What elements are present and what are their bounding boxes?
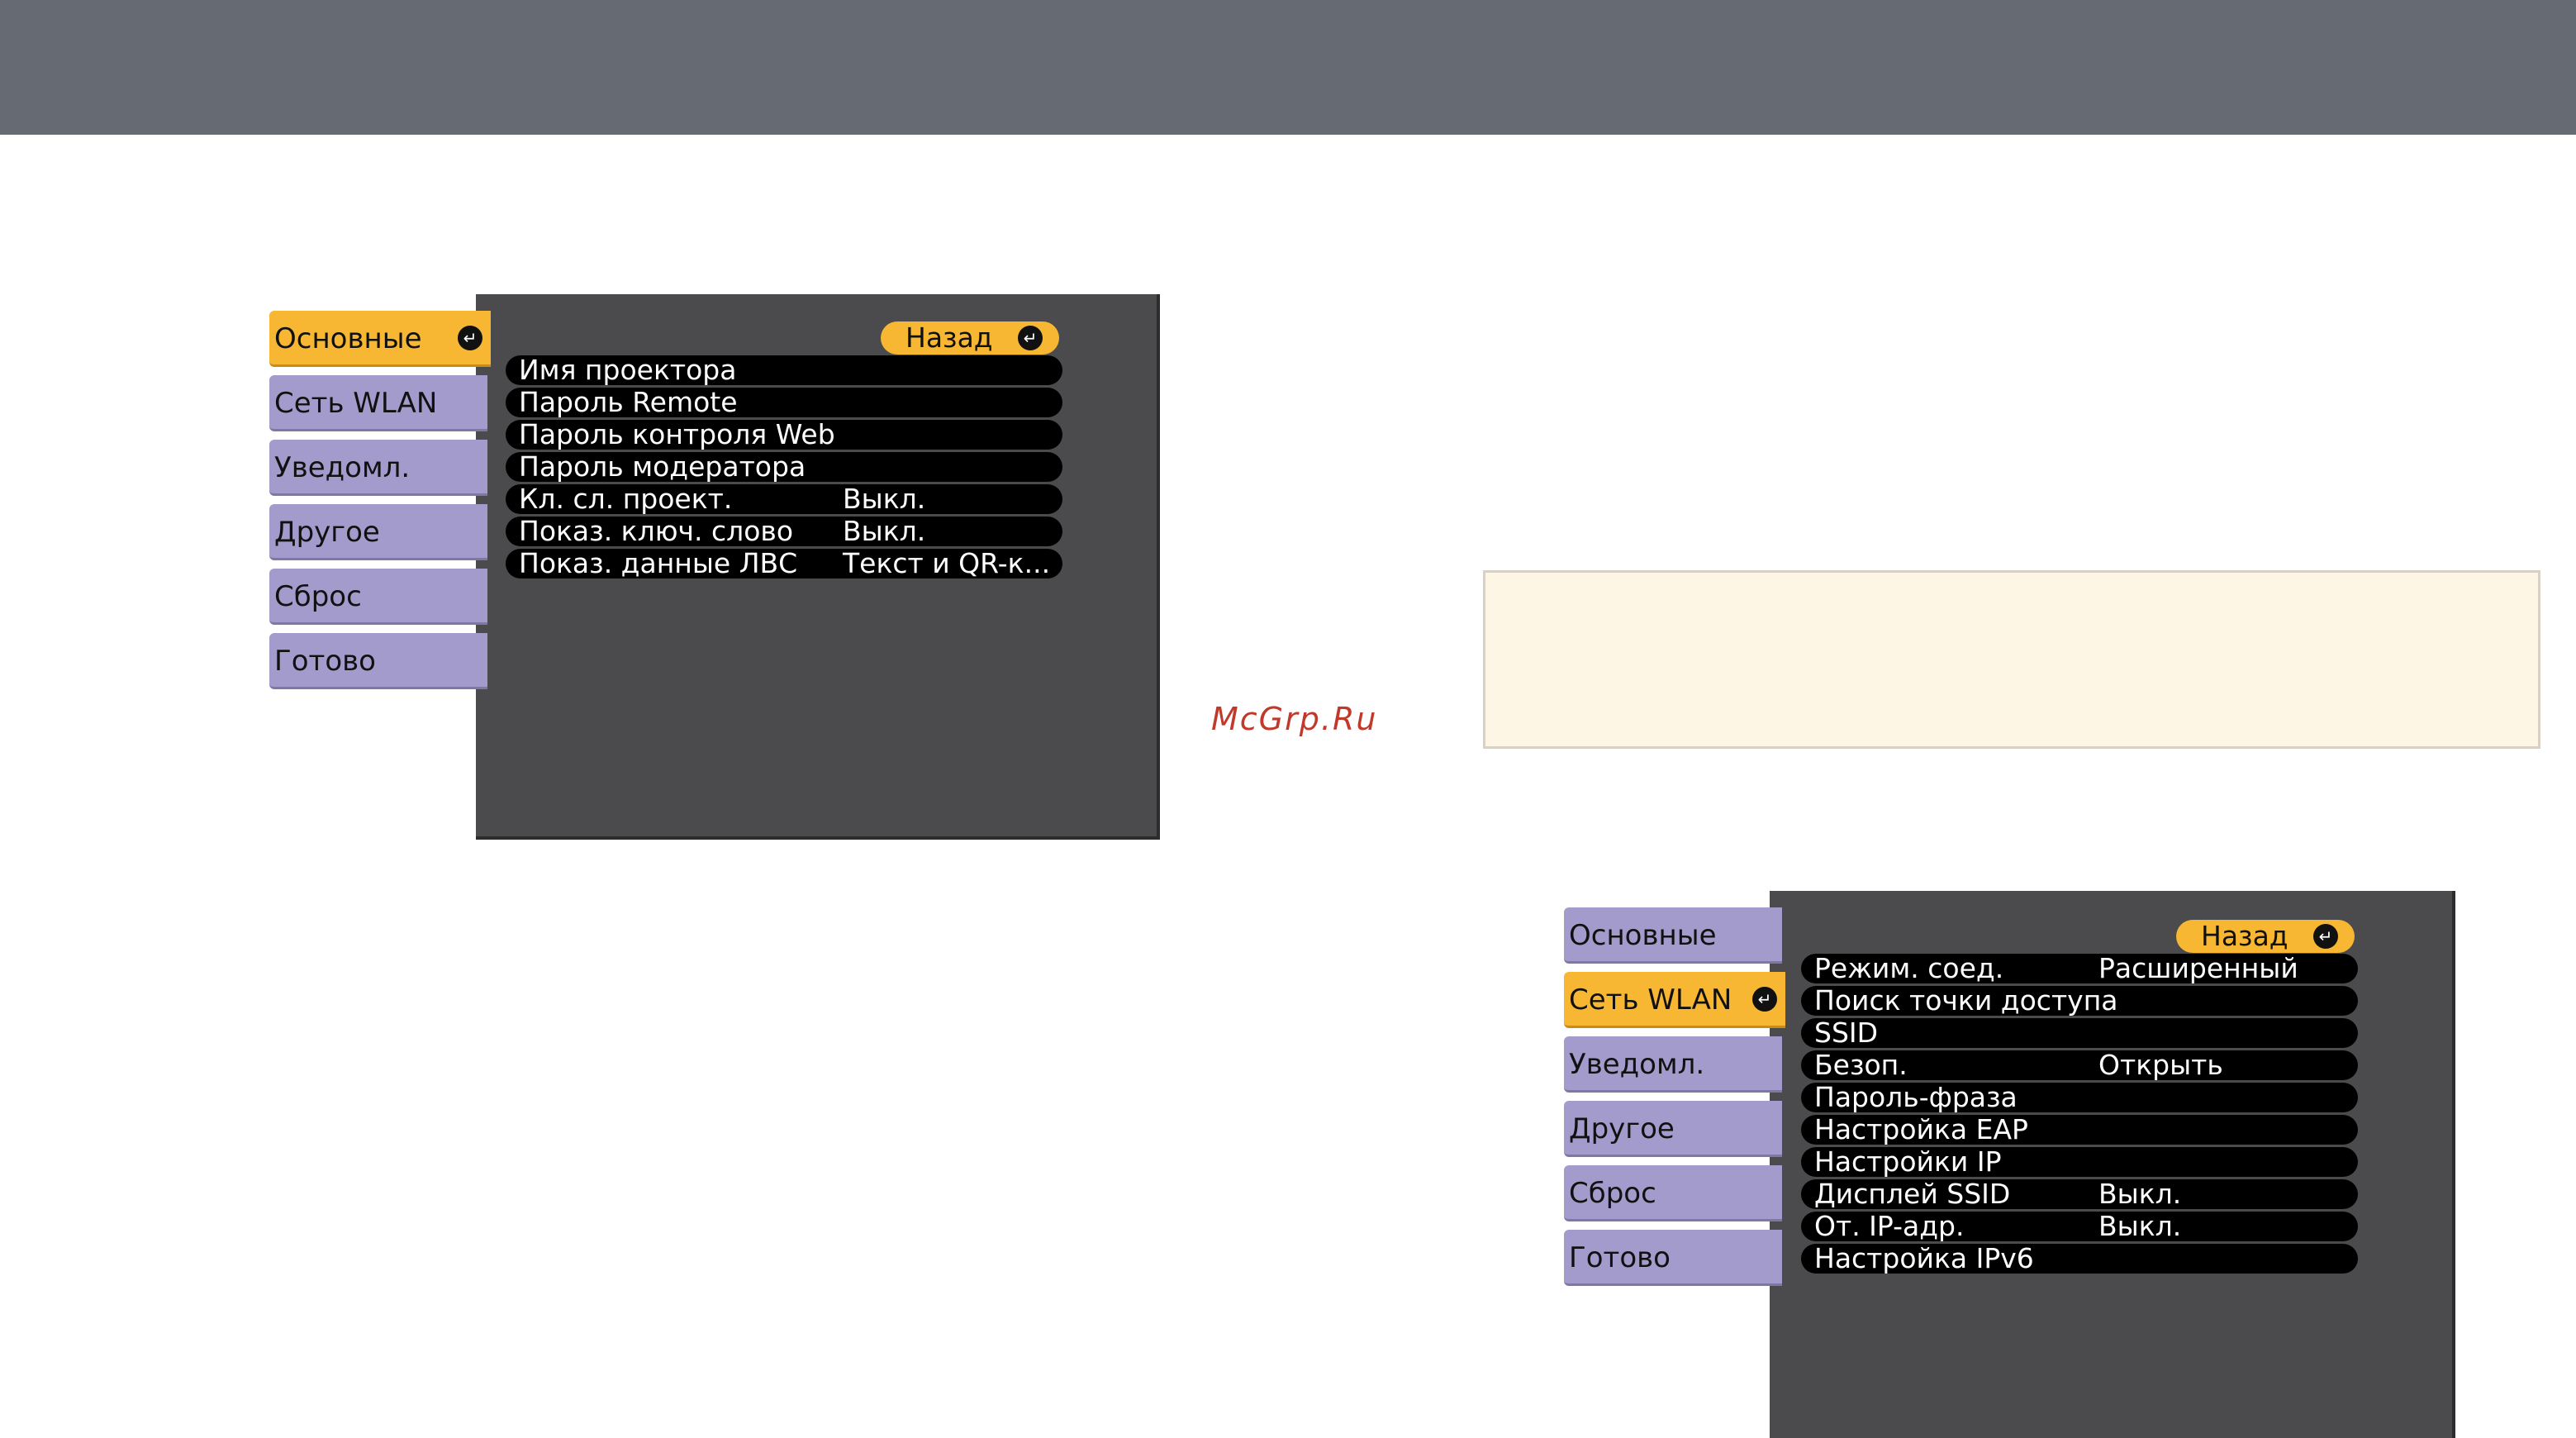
- tab-network-wlan[interactable]: Сеть WLAN ↵: [1564, 972, 1785, 1028]
- back-button[interactable]: Назад ↵: [2176, 920, 2355, 953]
- setting-row-ip-address-display[interactable]: От. IP-адр. Выкл.: [1801, 1212, 2358, 1241]
- tab-reset[interactable]: Сброс: [1564, 1165, 1782, 1221]
- setting-row-display-lan-info[interactable]: Показ. данные ЛВС Текст и QR-к...: [506, 549, 1062, 579]
- setting-row-display-keyword[interactable]: Показ. ключ. слово Выкл.: [506, 517, 1062, 546]
- tab-reset[interactable]: Сброс: [269, 569, 487, 625]
- tab-notifications[interactable]: Уведомл.: [1564, 1036, 1782, 1093]
- setting-row-ssid-display[interactable]: Дисплей SSID Выкл.: [1801, 1179, 2358, 1209]
- tab-notifications[interactable]: Уведомл.: [269, 440, 487, 496]
- tab-general[interactable]: Основные: [1564, 907, 1782, 964]
- setting-row-ssid[interactable]: SSID: [1801, 1018, 2358, 1048]
- back-button[interactable]: Назад ↵: [881, 321, 1059, 355]
- setting-row-remote-password[interactable]: Пароль Remote: [506, 388, 1062, 417]
- tab-other[interactable]: Другое: [1564, 1101, 1782, 1157]
- enter-icon: ↵: [2313, 924, 2338, 949]
- setting-row-eap-setup[interactable]: Настройка EAP: [1801, 1115, 2358, 1145]
- setting-row-ip-settings[interactable]: Настройки IP: [1801, 1147, 2358, 1177]
- setting-row-web-control-password[interactable]: Пароль контроля Web: [506, 420, 1062, 450]
- tab-network-wlan[interactable]: Сеть WLAN: [269, 375, 487, 431]
- setting-row-moderator-password[interactable]: Пароль модератора: [506, 452, 1062, 482]
- tab-done[interactable]: Готово: [269, 633, 487, 689]
- setting-row-passphrase[interactable]: Пароль-фраза: [1801, 1083, 2358, 1112]
- watermark-text: McGrp.Ru: [1211, 701, 1378, 737]
- setting-row-access-point-search[interactable]: Поиск точки доступа: [1801, 986, 2358, 1016]
- tab-done[interactable]: Готово: [1564, 1230, 1782, 1286]
- header-bar: [0, 0, 2576, 135]
- enter-icon: ↵: [1752, 987, 1777, 1012]
- note-box: [1483, 570, 2540, 749]
- setting-row-security[interactable]: Безоп. Открыть: [1801, 1050, 2358, 1080]
- tab-other[interactable]: Другое: [269, 504, 487, 560]
- enter-icon: ↵: [458, 326, 482, 350]
- enter-icon: ↵: [1018, 326, 1043, 350]
- tab-general[interactable]: Основные ↵: [269, 311, 491, 367]
- setting-row-projector-name[interactable]: Имя проектора: [506, 355, 1062, 385]
- setting-row-connection-mode[interactable]: Режим. соед. Расширенный: [1801, 954, 2358, 983]
- setting-row-projector-keyword[interactable]: Кл. сл. проект. Выкл.: [506, 484, 1062, 514]
- setting-row-ipv6-settings[interactable]: Настройка IPv6: [1801, 1244, 2358, 1274]
